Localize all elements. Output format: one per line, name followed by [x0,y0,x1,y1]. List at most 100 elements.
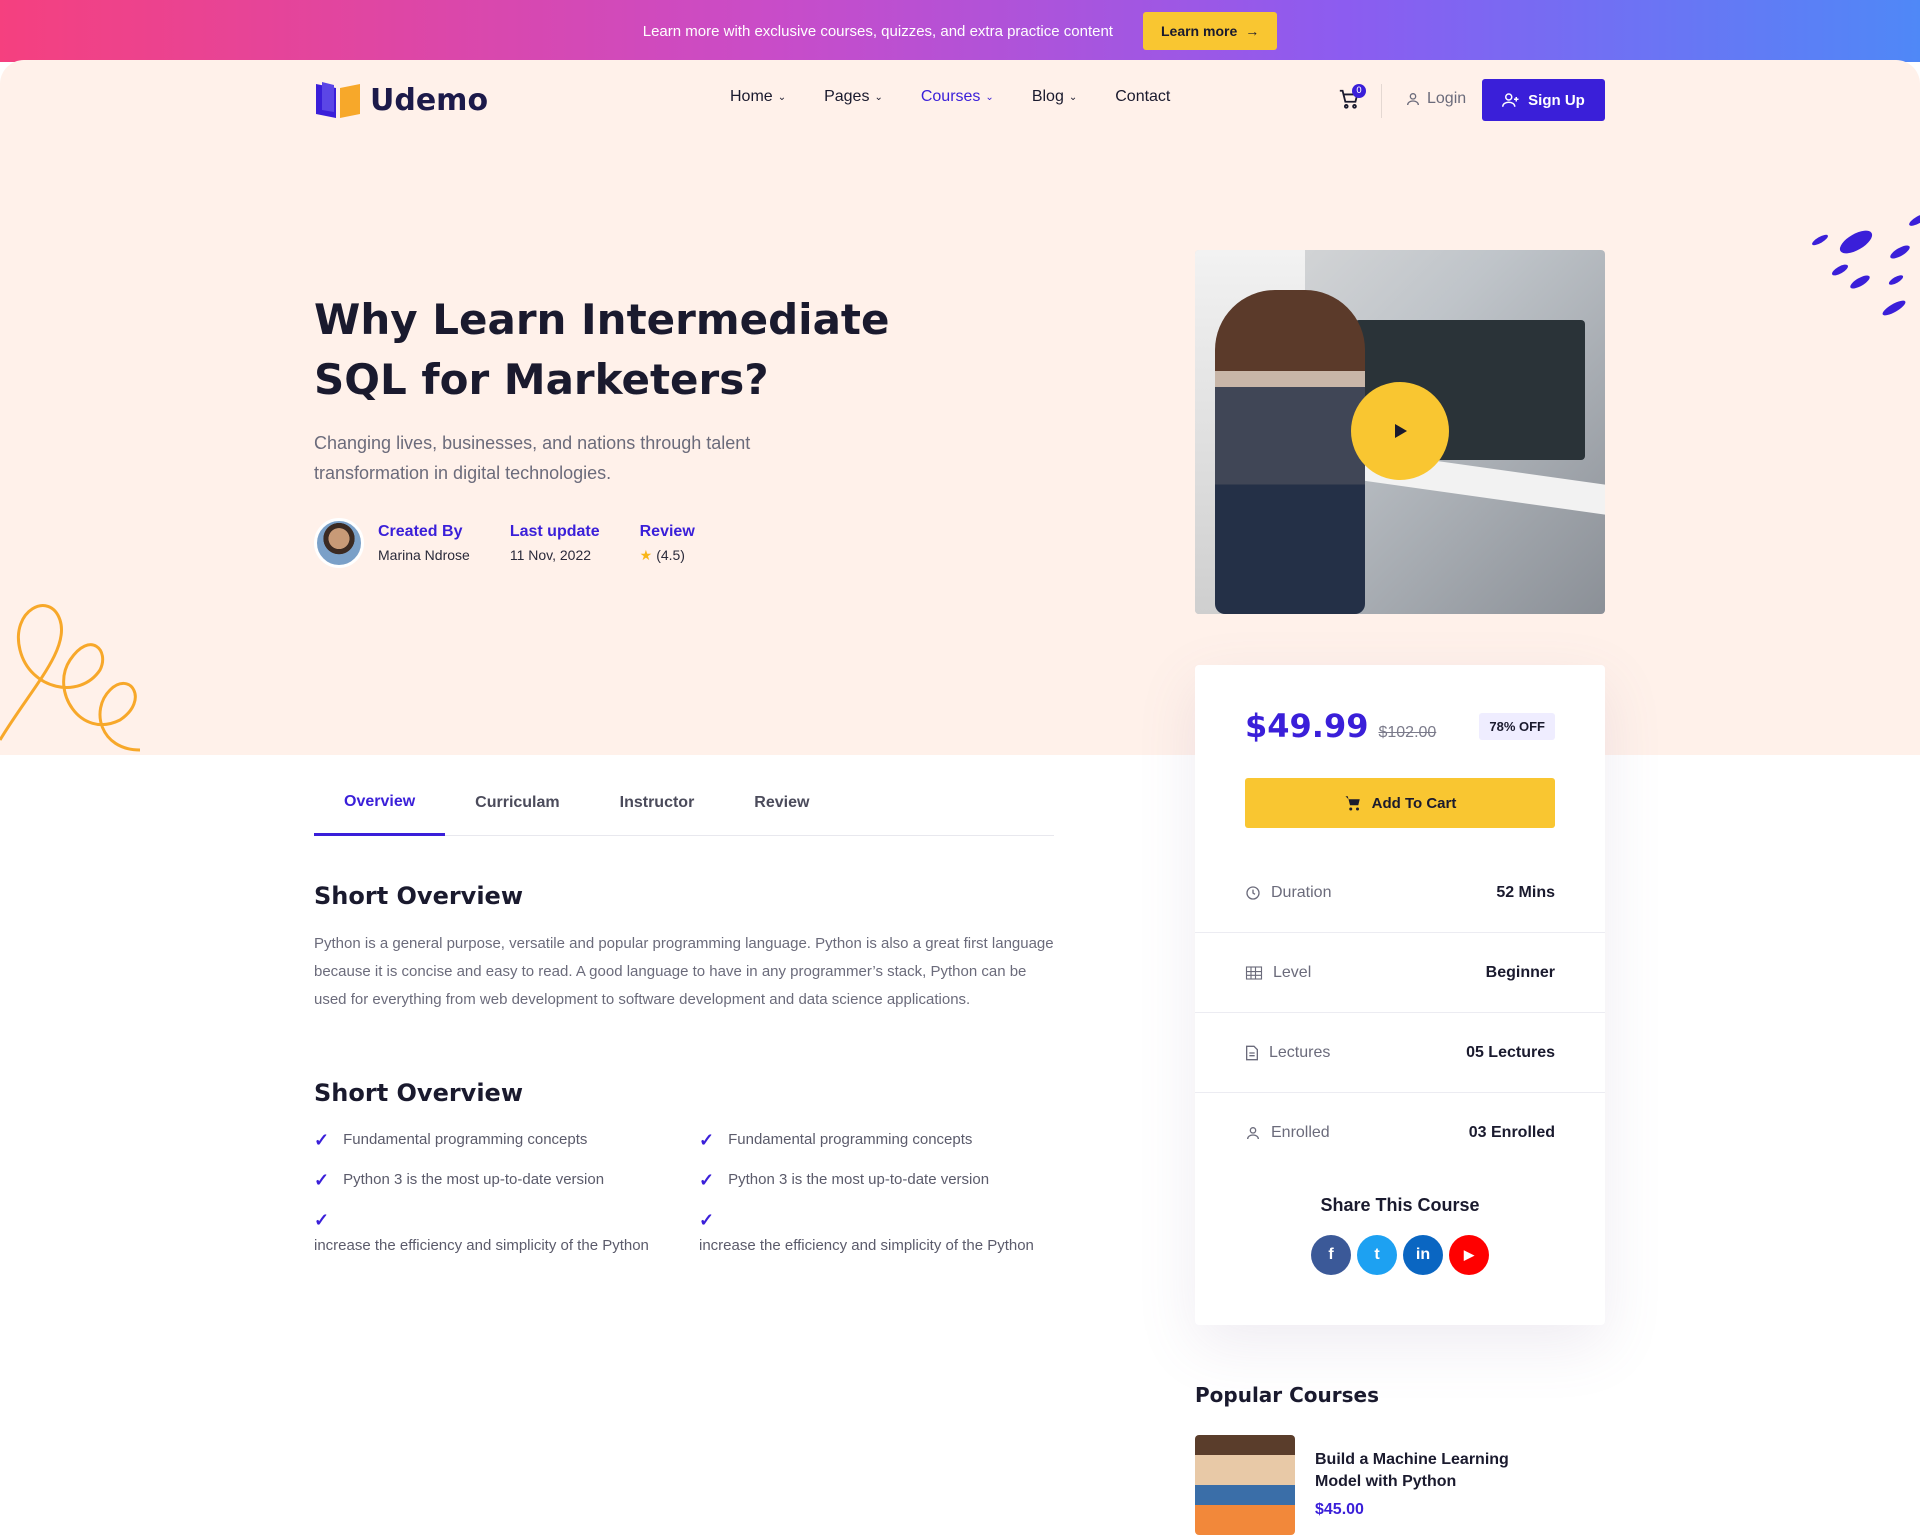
user-plus-icon [1502,93,1519,107]
announcement-text: Learn more with exclusive courses, quizz… [642,22,1113,40]
level-icon [1245,965,1263,980]
info-row-lectures: Lectures 05 Lectures [1195,1013,1605,1093]
login-link[interactable]: Login [1405,90,1466,108]
course-video-preview[interactable] [1195,250,1605,614]
old-price: $102.00 [1378,724,1437,741]
user-icon [1247,1127,1259,1140]
list-item: ✓ increase the efficiency and simplicity… [314,1208,654,1258]
list-item-text: increase the efficiency and simplicity o… [699,1237,1034,1254]
add-to-cart-button[interactable]: Add To Cart [1245,778,1555,828]
cart-button[interactable]: 0 [1338,84,1366,112]
level-label: Level [1273,963,1312,981]
hero-section [0,60,1920,755]
tab-overview[interactable]: Overview [314,770,446,836]
course-tabs: Overview Curriculam Instructor Review [314,770,1054,836]
user-icon [1407,93,1419,106]
linkedin-icon[interactable]: in [1403,1235,1443,1275]
list-item-text: Fundamental programming concepts [343,1131,588,1148]
document-icon [1246,1045,1258,1060]
nav-pages-label: Pages [824,88,870,105]
check-icon: ✓ [699,1210,715,1230]
nav-courses[interactable]: Courses ⌄ [921,88,994,106]
checklist-left: ✓ Fundamental programming concepts ✓ Pytho… [314,1128,654,1274]
facebook-icon[interactable]: f [1311,1235,1351,1275]
tab-review[interactable]: Review [724,770,839,836]
cart-icon [1345,796,1360,811]
popular-courses-title: Popular Courses [1195,1383,1380,1407]
duration-label: Duration [1271,883,1332,901]
page-title: Why Learn Intermediate SQL for Marketers… [314,295,890,404]
header-divider [1381,84,1382,118]
logo[interactable]: Udemo [314,80,488,120]
list-item: ✓ increase the efficiency and simplicity… [699,1208,1039,1258]
review-label: Review [639,522,695,540]
list-item-text: Python 3 is the most up-to-date version [728,1171,990,1188]
nav-home-label: Home [730,88,773,105]
last-update-label: Last update [509,523,600,540]
meta-created: Created By Marina Ndrose [378,523,470,563]
duration-value: 52 Mins [1496,883,1555,901]
chevron-down-icon: ⌄ [985,91,994,103]
share-title: Share This Course [1320,1195,1480,1215]
list-item: ✓ Python 3 is the most up-to-date version [314,1168,654,1192]
lectures-label-wrap: Lectures [1245,1044,1330,1062]
popular-course-info: Build a Machine Learning Model with Pyth… [1315,1435,1535,1535]
chevron-down-icon: ⌄ [777,91,787,103]
enrolled-label: Enrolled [1271,1124,1330,1141]
signup-button[interactable]: Sign Up [1482,79,1605,121]
course-thumbnail[interactable] [1195,1435,1295,1535]
list-item: ✓ Fundamental programming concepts [699,1128,1039,1152]
popular-course-item[interactable]: Build a Machine Learning Model with Pyth… [1195,1435,1535,1535]
list-item: ✓ Fundamental programming concepts [314,1128,654,1152]
review-value: (4.5) [656,547,685,563]
list-item: ✓ Python 3 is the most up-to-date version [699,1168,1039,1192]
nav-contact-label: Contact [1115,88,1171,105]
current-price: $49.99 [1245,707,1369,745]
checklist-right: ✓ Fundamental programming concepts ✓ Pytho… [699,1128,1039,1274]
check-icon: ✓ [699,1130,715,1150]
popular-course-name[interactable]: Build a Machine Learning Model with Pyth… [1315,1449,1535,1493]
tab-instructor[interactable]: Instructor [590,770,725,836]
chevron-down-icon: ⌄ [1068,91,1078,103]
play-icon [1395,424,1407,438]
list-item-text: Fundamental programming concepts [728,1131,973,1148]
add-to-cart-label: Add To Cart [1371,794,1457,812]
main-nav: Home ⌄ Pages ⌄ Courses ⌄ Blog ⌄ Contact [730,88,1170,106]
star-icon: ★ [639,546,653,563]
nav-pages[interactable]: Pages ⌄ [824,88,883,106]
social-share: f t in ▶ [1195,1235,1605,1275]
enrolled-label-wrap: Enrolled [1245,1124,1330,1142]
price-block: $49.99 $102.00 [1245,707,1436,745]
signup-label: Sign Up [1528,91,1585,109]
popular-course-price: $45.00 [1315,1501,1364,1518]
level-label-wrap: Level [1245,964,1311,982]
check-icon: ✓ [314,1170,330,1190]
twitter-icon[interactable]: t [1357,1235,1397,1275]
nav-blog-label: Blog [1031,88,1064,105]
decorative-streaks [1812,214,1920,316]
nav-blog[interactable]: Blog ⌄ [1032,88,1077,106]
overview-heading: Short Overview [314,882,524,910]
youtube-icon[interactable]: ▶ [1449,1235,1489,1275]
learn-more-button[interactable]: Learn more → [1142,12,1278,50]
nav-contact[interactable]: Contact [1115,88,1170,106]
announcement-bar: Learn more with exclusive courses, quizz… [0,0,1920,62]
info-row-duration: Duration 52 Mins [1195,853,1605,933]
check-icon: ✓ [314,1130,330,1150]
nav-home[interactable]: Home ⌄ [730,88,786,106]
created-by-label: Created By [378,523,463,540]
play-button[interactable] [1351,382,1449,480]
arrow-right-icon: → [1245,23,1260,39]
logo-text: Udemo [370,82,489,118]
course-purchase-card: $49.99 $102.00 78% OFF Add To Cart Durat… [1195,665,1605,1325]
created-by-value[interactable]: Marina Ndrose [378,547,470,563]
lectures-label: Lectures [1269,1043,1331,1061]
level-value: Beginner [1485,963,1555,981]
book-logo-icon [316,82,360,118]
overview-heading-2: Short Overview [314,1079,524,1107]
tab-curriculum[interactable]: Curriculam [445,770,589,836]
clock-icon [1246,885,1260,900]
hero-subtitle: Changing lives, businesses, and nations … [314,433,751,483]
learn-more-label: Learn more [1160,23,1238,39]
nav-courses-label: Courses [920,88,981,105]
